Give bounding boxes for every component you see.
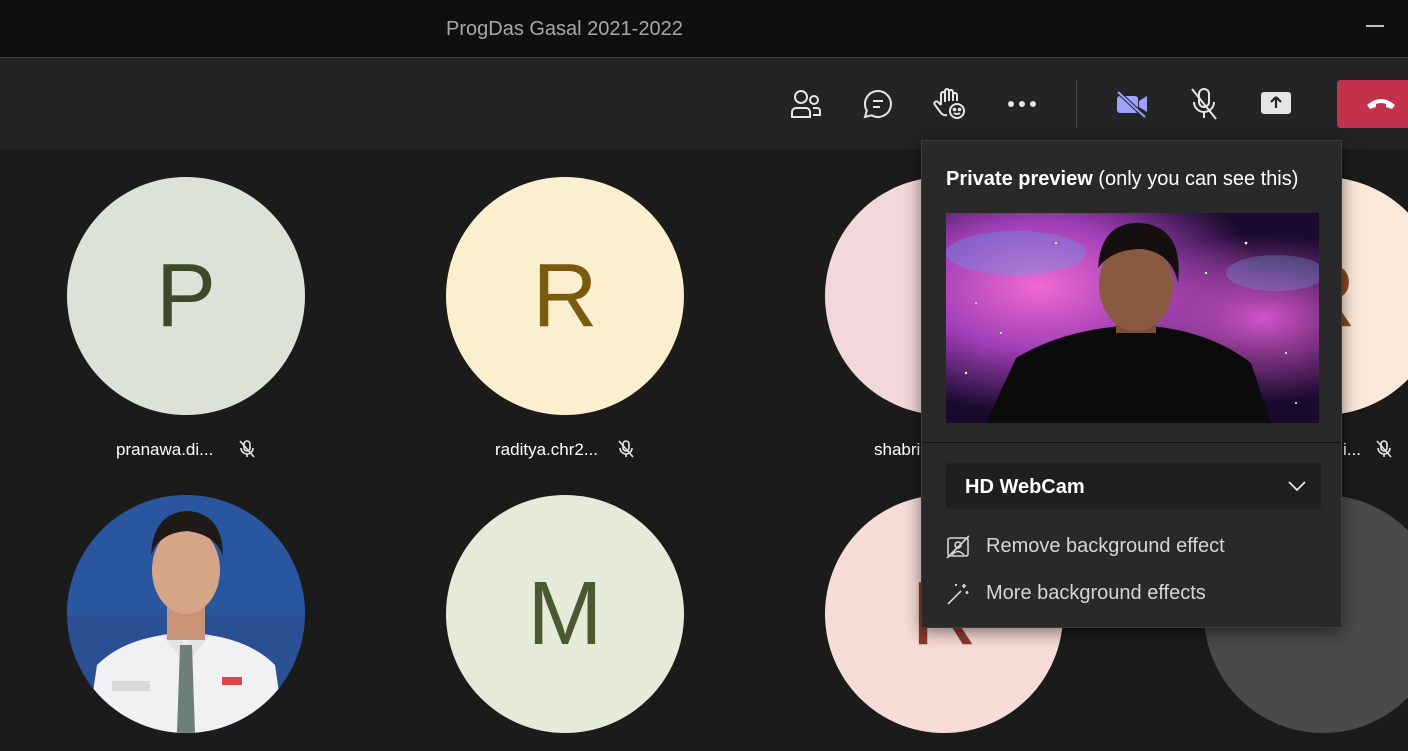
participant-name: shabri xyxy=(874,440,921,459)
toolbar-divider xyxy=(1076,80,1077,128)
participant-name: raditya.chr2... xyxy=(495,440,598,459)
more-background-effects-label: More background effects xyxy=(986,582,1206,604)
more-background-effects-option[interactable]: More background effects xyxy=(946,580,1316,610)
camera-select-dropdown[interactable]: HD WebCam xyxy=(946,463,1321,509)
mic-off-icon xyxy=(618,440,634,458)
participant-name: i... xyxy=(1343,440,1361,459)
avatar-initial: R xyxy=(532,245,598,346)
share-screen-icon xyxy=(1261,92,1291,114)
popup-divider xyxy=(922,442,1341,443)
participant-avatar[interactable]: P xyxy=(67,177,305,415)
hang-up-button[interactable] xyxy=(1337,80,1408,128)
share-screen-button[interactable] xyxy=(1254,82,1298,126)
participant-photo-avatar[interactable] xyxy=(67,495,305,733)
participant-avatar[interactable]: M xyxy=(446,495,684,733)
magic-wand-icon xyxy=(947,584,969,605)
title-bar: ProgDas Gasal 2021-2022 xyxy=(0,0,1408,57)
participant-avatar[interactable]: R xyxy=(446,177,684,415)
preview-title-bold: Private preview xyxy=(946,168,1093,190)
remove-background-option[interactable]: Remove background effect xyxy=(946,533,1316,563)
more-icon xyxy=(1008,101,1036,107)
camera-select-value: HD WebCam xyxy=(965,476,1085,498)
raise-hand-reactions-icon xyxy=(933,88,965,119)
hang-up-icon xyxy=(1367,99,1395,109)
preview-title: Private preview (only you can see this) xyxy=(946,168,1298,191)
meeting-toolbar xyxy=(0,57,1408,149)
participants-button[interactable] xyxy=(784,82,828,126)
camera-off-icon xyxy=(1116,90,1147,119)
window-title: ProgDas Gasal 2021-2022 xyxy=(446,18,683,40)
avatar-initial: P xyxy=(155,245,217,346)
camera-toggle-button[interactable] xyxy=(1110,82,1154,126)
self-video-image xyxy=(946,213,1319,423)
mic-off-icon xyxy=(1376,440,1392,458)
preview-title-note: (only you can see this) xyxy=(1092,168,1299,190)
chevron-down-icon xyxy=(1288,481,1306,492)
mic-off-icon xyxy=(239,440,255,458)
reactions-button[interactable] xyxy=(928,82,972,126)
minimize-button[interactable] xyxy=(1366,25,1384,27)
no-background-icon xyxy=(946,535,970,559)
camera-preview-flyout: Private preview (only you can see this) xyxy=(921,140,1342,628)
participant-name: pranawa.di... xyxy=(116,440,214,459)
mic-toggle-button[interactable] xyxy=(1182,82,1226,126)
remove-background-label: Remove background effect xyxy=(986,535,1225,557)
chat-icon xyxy=(863,89,892,119)
mic-off-icon xyxy=(1191,88,1217,120)
participant-photo xyxy=(67,495,305,733)
avatar-initial: M xyxy=(527,563,603,664)
self-video-preview xyxy=(946,213,1319,423)
people-icon xyxy=(791,90,821,118)
chat-button[interactable] xyxy=(856,82,900,126)
more-actions-button[interactable] xyxy=(1000,82,1044,126)
